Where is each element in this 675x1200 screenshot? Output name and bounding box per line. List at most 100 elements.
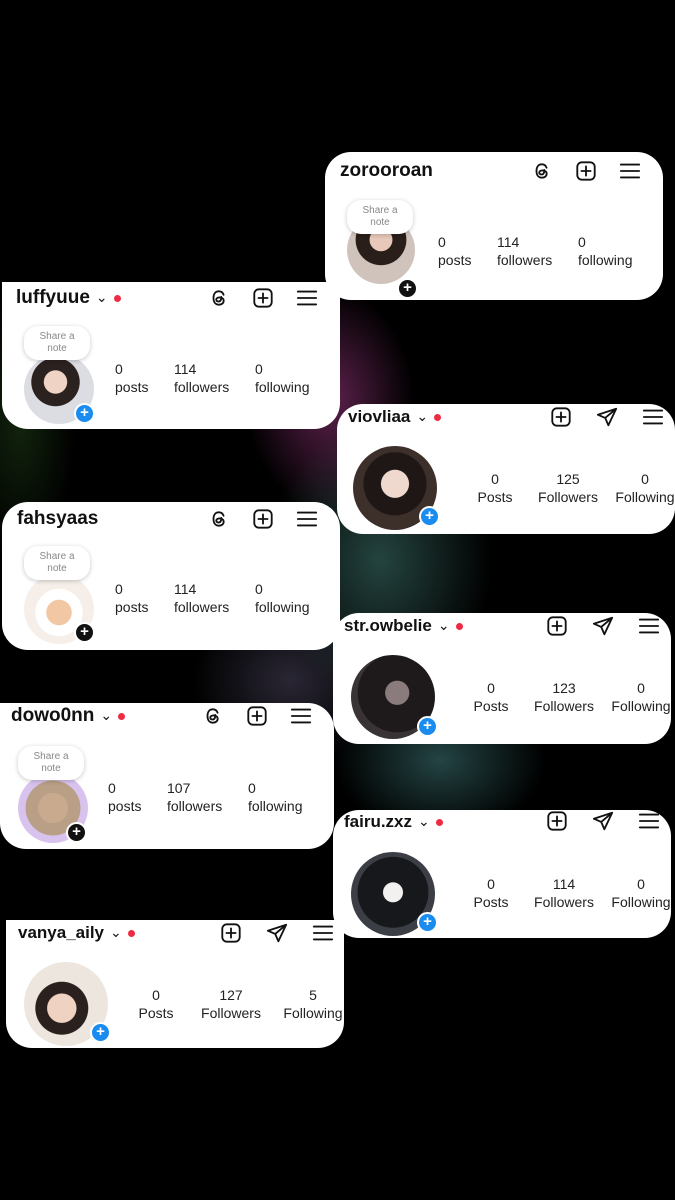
username[interactable]: dowo0nn ⌄ [11, 705, 126, 727]
profile-stats: 0 Posts 125 Followers 0 Following [469, 470, 675, 506]
notification-dot [434, 413, 442, 421]
threads-icon[interactable] [531, 160, 553, 182]
create-post-icon[interactable] [246, 705, 268, 727]
menu-icon[interactable] [619, 160, 641, 182]
stat-following[interactable]: 0 Following [611, 679, 671, 715]
username[interactable]: viovliaa ⌄ [348, 407, 442, 427]
stat-followers[interactable]: 114 Followers [517, 875, 611, 911]
add-story-icon[interactable]: + [419, 506, 440, 527]
stat-posts[interactable]: 0 Posts [133, 986, 179, 1022]
stat-following[interactable]: 0 Following [615, 470, 675, 506]
header-icons [531, 160, 641, 182]
notification-dot [113, 294, 121, 302]
add-story-icon[interactable]: + [417, 912, 438, 933]
stat-followers[interactable]: 114 followers [174, 580, 255, 616]
stat-posts[interactable]: 0 posts [115, 580, 174, 616]
username[interactable]: zorooroan [340, 160, 433, 182]
profile-stats: 0 Posts 123 Followers 0 Following [465, 679, 671, 715]
menu-icon[interactable] [296, 508, 318, 530]
create-post-icon[interactable] [550, 406, 572, 428]
add-story-icon[interactable]: + [417, 716, 438, 737]
username[interactable]: fairu.zxz ⌄ [344, 812, 443, 832]
header-icons [208, 508, 318, 530]
threads-icon[interactable] [202, 705, 224, 727]
profile-card-strowbelie: str.owbelie ⌄ + 0 Posts 123 Followers 0 Foll… [333, 613, 671, 744]
chevron-down-icon[interactable]: ⌄ [418, 813, 430, 830]
notification-dot [118, 712, 126, 720]
username[interactable]: luffyuue ⌄ [16, 287, 121, 309]
share-note-bubble[interactable]: Share a note [18, 746, 84, 780]
stat-following[interactable]: 0 following [248, 779, 302, 815]
menu-icon[interactable] [642, 406, 664, 428]
stat-following[interactable]: 5 Following [283, 986, 343, 1022]
header-icons [220, 922, 334, 944]
stat-posts[interactable]: 0 posts [438, 233, 497, 269]
profile-stats: 0 Posts 127 Followers 5 Following [133, 986, 343, 1022]
profile-card-zorooroan: zorooroan + Share a note 0 posts 114 follo… [325, 152, 663, 300]
create-post-icon[interactable] [252, 287, 274, 309]
menu-icon[interactable] [638, 810, 660, 832]
share-note-bubble[interactable]: Share a note [24, 546, 90, 580]
username[interactable]: fahsyaas [17, 508, 98, 530]
profile-stats: 0 posts 114 followers 0 following [438, 233, 632, 269]
add-story-icon[interactable]: + [74, 403, 95, 424]
menu-icon[interactable] [290, 705, 312, 727]
profile-stats: 0 posts 114 followers 0 following [115, 360, 309, 396]
chevron-down-icon[interactable]: ⌄ [100, 707, 112, 724]
chevron-down-icon[interactable]: ⌄ [438, 617, 450, 634]
threads-icon[interactable] [208, 508, 230, 530]
add-story-icon[interactable]: + [74, 622, 95, 643]
stat-followers[interactable]: 125 Followers [521, 470, 615, 506]
create-post-icon[interactable] [252, 508, 274, 530]
profile-stats: 0 Posts 114 Followers 0 Following [465, 875, 671, 911]
send-icon[interactable] [266, 922, 288, 944]
share-note-bubble[interactable]: Share a note [24, 326, 90, 360]
profile-card-vanya-aily: vanya_aily ⌄ + 0 Posts 127 Followers 5 Follo… [6, 920, 344, 1048]
stat-posts[interactable]: 0 posts [115, 360, 174, 396]
header-icons [202, 705, 312, 727]
create-post-icon[interactable] [575, 160, 597, 182]
notification-dot [127, 929, 135, 937]
username[interactable]: vanya_aily ⌄ [18, 923, 135, 943]
stat-posts[interactable]: 0 Posts [465, 875, 517, 911]
stat-posts[interactable]: 0 Posts [465, 679, 517, 715]
header-icons [546, 810, 660, 832]
stat-followers[interactable]: 123 Followers [517, 679, 611, 715]
add-story-icon[interactable]: + [90, 1022, 111, 1043]
username[interactable]: str.owbelie ⌄ [344, 616, 463, 636]
profile-stats: 0 posts 114 followers 0 following [115, 580, 309, 616]
stat-following[interactable]: 0 following [578, 233, 632, 269]
notification-dot [435, 818, 443, 826]
header-icons [546, 615, 660, 637]
threads-icon[interactable] [208, 287, 230, 309]
create-post-icon[interactable] [546, 810, 568, 832]
stat-following[interactable]: 0 following [255, 580, 309, 616]
profile-card-luffyuue: luffyuue ⌄ + Share a note 0 posts 114 follo… [2, 282, 340, 429]
create-post-icon[interactable] [220, 922, 242, 944]
stat-posts[interactable]: 0 Posts [469, 470, 521, 506]
create-post-icon[interactable] [546, 615, 568, 637]
chevron-down-icon[interactable]: ⌄ [416, 408, 428, 425]
stat-posts[interactable]: 0 posts [108, 779, 167, 815]
send-icon[interactable] [592, 615, 614, 637]
stat-followers[interactable]: 114 followers [174, 360, 255, 396]
stat-followers[interactable]: 127 Followers [179, 986, 283, 1022]
chevron-down-icon[interactable]: ⌄ [110, 924, 122, 941]
profile-card-dowo0nn: dowo0nn ⌄ + Share a note 0 posts 107 follow… [0, 703, 334, 849]
add-story-icon[interactable]: + [397, 278, 418, 299]
stat-following[interactable]: 0 following [255, 360, 309, 396]
stat-followers[interactable]: 114 followers [497, 233, 578, 269]
add-story-icon[interactable]: + [66, 822, 87, 843]
chevron-down-icon[interactable]: ⌄ [96, 289, 108, 306]
profile-card-fairuzxz: fairu.zxz ⌄ + 0 Posts 114 Followers 0 Follow… [333, 810, 671, 938]
profile-card-fahsyaas: fahsyaas + Share a note 0 posts 114 follow… [2, 502, 340, 650]
menu-icon[interactable] [638, 615, 660, 637]
stat-following[interactable]: 0 Following [611, 875, 671, 911]
stat-followers[interactable]: 107 followers [167, 779, 248, 815]
menu-icon[interactable] [296, 287, 318, 309]
profile-card-viovliaa: viovliaa ⌄ + 0 Posts 125 Followers 0 Followi… [337, 404, 675, 534]
send-icon[interactable] [596, 406, 618, 428]
share-note-bubble[interactable]: Share a note [347, 200, 413, 234]
send-icon[interactable] [592, 810, 614, 832]
menu-icon[interactable] [312, 922, 334, 944]
